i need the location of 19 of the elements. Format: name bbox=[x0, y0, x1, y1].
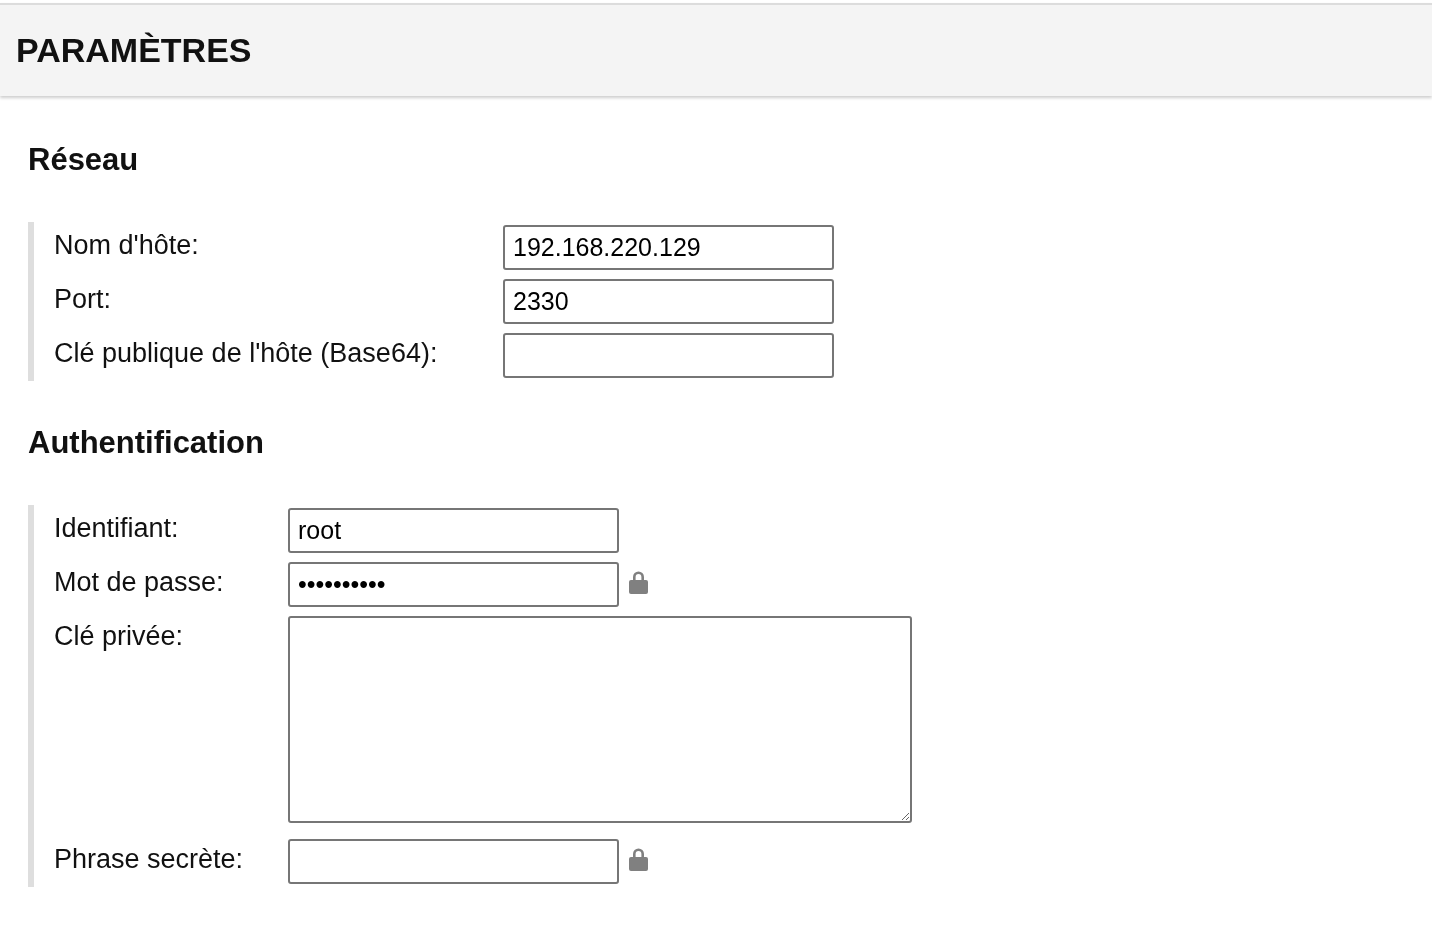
password-field[interactable]: •••••••••• bbox=[288, 562, 619, 607]
lock-icon bbox=[629, 570, 648, 594]
input-field[interactable]: 2330 bbox=[503, 279, 834, 324]
lock-icon bbox=[629, 847, 648, 871]
field-label: Identifiant: bbox=[54, 512, 180, 545]
field-label: Port: bbox=[54, 283, 113, 316]
input-field[interactable] bbox=[503, 333, 834, 378]
password-field[interactable] bbox=[288, 839, 619, 884]
field-label: Phrase secrète: bbox=[54, 843, 245, 876]
text-area[interactable] bbox=[288, 616, 912, 823]
page-title: PARAMÈTRES bbox=[16, 30, 252, 71]
section-heading: Réseau bbox=[28, 141, 140, 179]
input-field[interactable]: 192.168.220.129 bbox=[503, 225, 834, 270]
input-field[interactable]: root bbox=[288, 508, 619, 553]
field-label: Clé publique de l'hôte (Base64): bbox=[54, 337, 439, 370]
field-label: Nom d'hôte: bbox=[54, 229, 200, 262]
field-label: Clé privée: bbox=[54, 620, 185, 653]
section-heading: Authentification bbox=[28, 424, 265, 462]
field-label: Mot de passe: bbox=[54, 566, 225, 599]
